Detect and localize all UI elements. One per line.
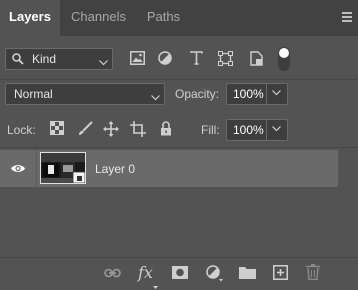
layer-thumbnail[interactable]: [40, 152, 86, 184]
lock-transparent-pixels-icon[interactable]: [50, 121, 64, 138]
opacity-label: Opacity:: [175, 87, 220, 101]
lock-row: Lock: Fill: 100%: [0, 117, 358, 143]
lock-artboard-nesting-icon[interactable]: [130, 121, 146, 140]
tab-paths[interactable]: Paths: [136, 0, 191, 36]
panel-menu-icon[interactable]: [342, 12, 352, 22]
lock-position-move-icon[interactable]: [103, 121, 119, 140]
divider: [0, 147, 358, 148]
blend-mode-label: Normal: [14, 87, 53, 101]
image-filter-icon[interactable]: [130, 51, 145, 68]
divider: [0, 79, 358, 80]
delete-layer-trash-icon[interactable]: [306, 264, 320, 283]
opacity-field[interactable]: 100%: [226, 83, 288, 105]
type-filter-icon[interactable]: [190, 51, 203, 68]
chevron-down-icon: [99, 55, 108, 69]
adjustment-filter-icon[interactable]: [158, 51, 172, 68]
opacity-dropdown-button[interactable]: [266, 84, 287, 104]
fill-value: 100%: [233, 123, 264, 137]
tab-channels[interactable]: Channels: [62, 0, 135, 36]
filter-kind-label: Kind: [32, 52, 57, 66]
fill-dropdown-button[interactable]: [266, 120, 287, 140]
shape-filter-icon[interactable]: [218, 51, 233, 69]
link-layers-icon[interactable]: [104, 267, 121, 281]
smart-object-filter-icon[interactable]: [250, 51, 263, 69]
add-mask-icon[interactable]: [172, 266, 188, 282]
search-icon: [12, 53, 24, 68]
layers-panel: Layers Channels Paths Kind Normal Opacit…: [0, 0, 358, 290]
new-group-folder-icon[interactable]: [239, 266, 256, 282]
layer-name[interactable]: Layer 0: [95, 162, 135, 176]
lock-label: Lock:: [7, 123, 36, 137]
tab-bar: Layers Channels Paths: [0, 0, 358, 36]
blend-row: Normal Opacity: 100%: [0, 82, 358, 109]
filter-row: Kind: [0, 45, 358, 75]
filter-toggle-knob: [279, 48, 289, 58]
new-layer-icon[interactable]: [273, 265, 288, 283]
lock-all-padlock-icon[interactable]: [160, 121, 172, 139]
bottom-toolbar: fx: [0, 257, 358, 290]
filter-toggle[interactable]: [278, 47, 290, 71]
visibility-column-divider: [36, 150, 37, 187]
chevron-down-icon: [151, 90, 160, 104]
opacity-value: 100%: [233, 87, 264, 101]
fx-dropdown-icon: [153, 278, 158, 290]
filter-kind-select[interactable]: Kind: [5, 48, 113, 70]
fill-label: Fill:: [201, 123, 220, 137]
lock-image-pixels-brush-icon[interactable]: [78, 121, 93, 139]
layer-style-fx-button[interactable]: fx: [138, 263, 153, 282]
layer-row[interactable]: Layer 0: [0, 150, 338, 187]
tab-layers[interactable]: Layers: [0, 0, 60, 36]
fill-field[interactable]: 100%: [226, 119, 288, 141]
new-fill-adjustment-layer-icon[interactable]: [206, 265, 223, 285]
blend-mode-select[interactable]: Normal: [5, 83, 165, 105]
eye-visibility-icon[interactable]: [10, 163, 26, 177]
